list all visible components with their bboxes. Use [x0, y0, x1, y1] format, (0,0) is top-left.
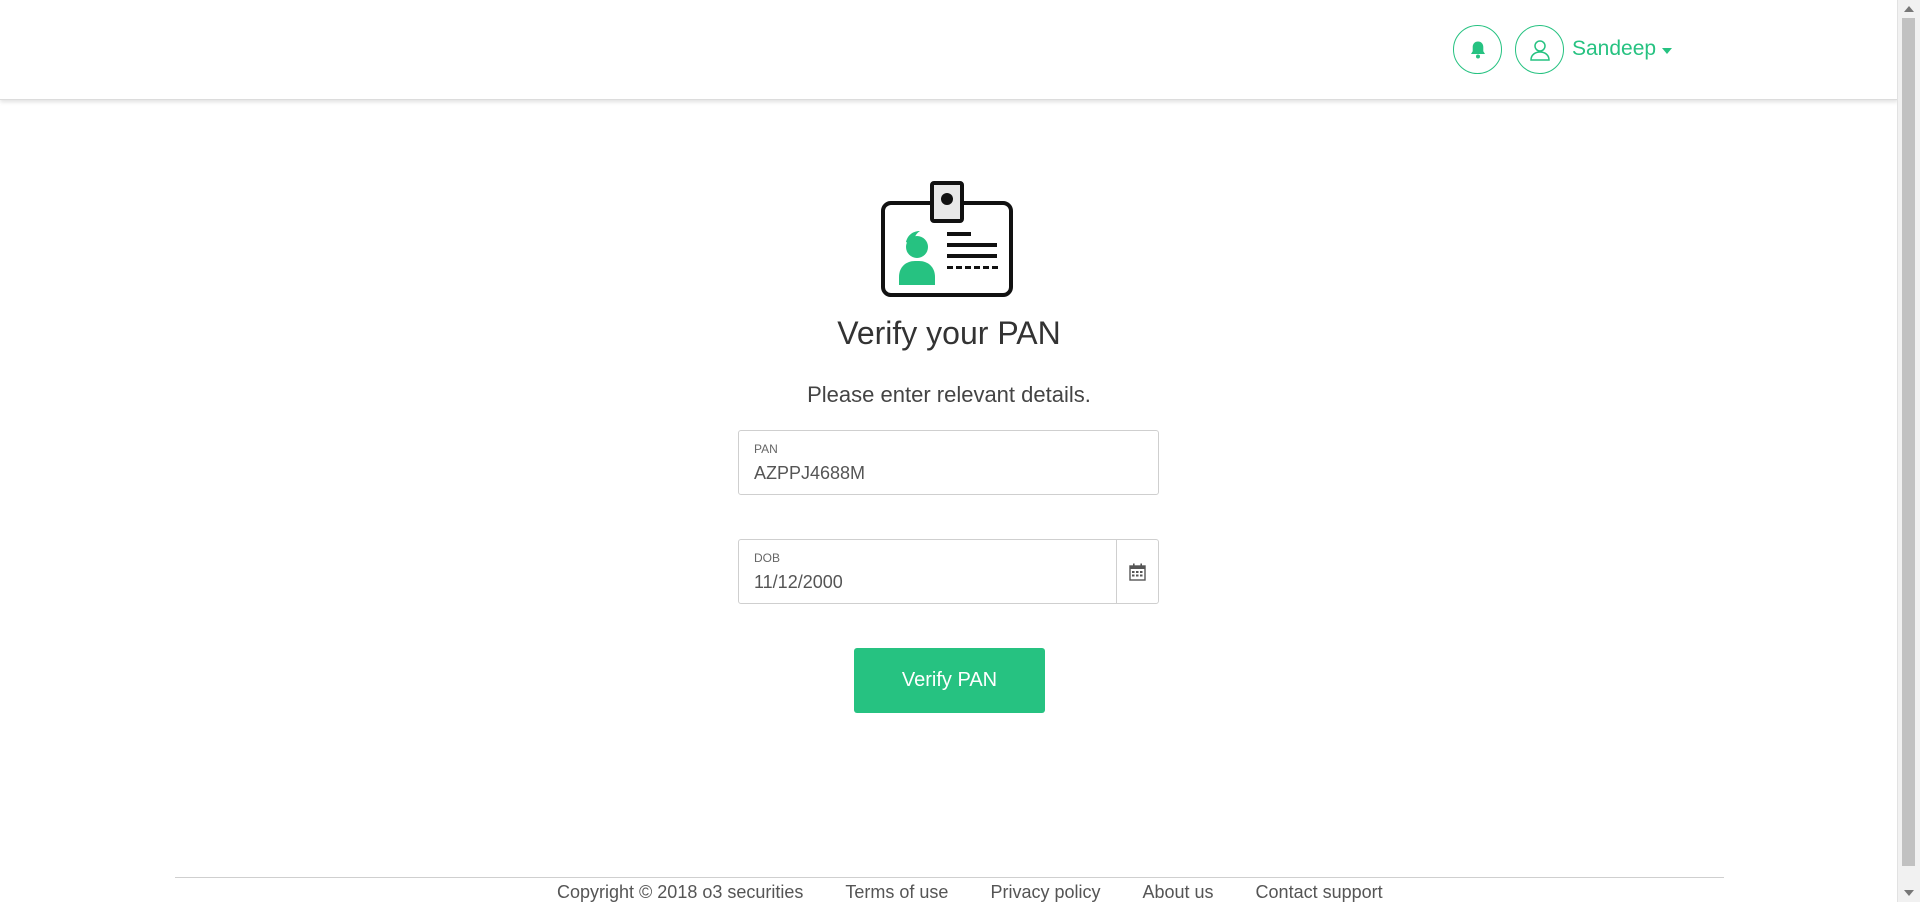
footer-link-contact[interactable]: Contact support [1256, 882, 1383, 903]
page-title: Verify your PAN [837, 315, 1061, 351]
footer-copyright: Copyright © 2018 o3 securities [557, 882, 804, 902]
footer: Copyright © 2018 o3 securities Terms of … [557, 882, 1383, 903]
id-card-icon [881, 181, 1013, 297]
calendar-button[interactable] [1116, 540, 1158, 603]
user-icon [1529, 39, 1550, 61]
bell-icon [1470, 41, 1485, 58]
footer-link-privacy[interactable]: Privacy policy [990, 882, 1100, 903]
top-header: Sandeep [0, 0, 1898, 100]
dob-label: DOB [754, 551, 781, 565]
pan-label: PAN [754, 442, 778, 456]
user-avatar-button[interactable] [1515, 25, 1564, 74]
scroll-up-arrow[interactable] [1904, 6, 1914, 12]
user-name: Sandeep [1572, 37, 1657, 60]
pan-input[interactable] [754, 463, 1114, 484]
dob-input[interactable] [754, 572, 1114, 593]
verify-pan-button[interactable]: Verify PAN [854, 648, 1045, 713]
pan-field[interactable]: PAN [738, 430, 1159, 495]
footer-divider [175, 877, 1724, 878]
calendar-icon [1129, 563, 1146, 581]
dob-field[interactable]: DOB [738, 539, 1159, 604]
page-subtitle: Please enter relevant details. [807, 382, 1091, 407]
caret-down-icon [1662, 47, 1673, 54]
notification-button[interactable] [1453, 25, 1502, 74]
scrollbar[interactable] [1897, 0, 1920, 902]
user-menu[interactable]: Sandeep [1572, 37, 1673, 61]
footer-link-about[interactable]: About us [1142, 882, 1213, 903]
scroll-thumb[interactable] [1902, 18, 1915, 866]
footer-link-terms[interactable]: Terms of use [845, 882, 948, 903]
scroll-down-arrow[interactable] [1904, 890, 1914, 896]
